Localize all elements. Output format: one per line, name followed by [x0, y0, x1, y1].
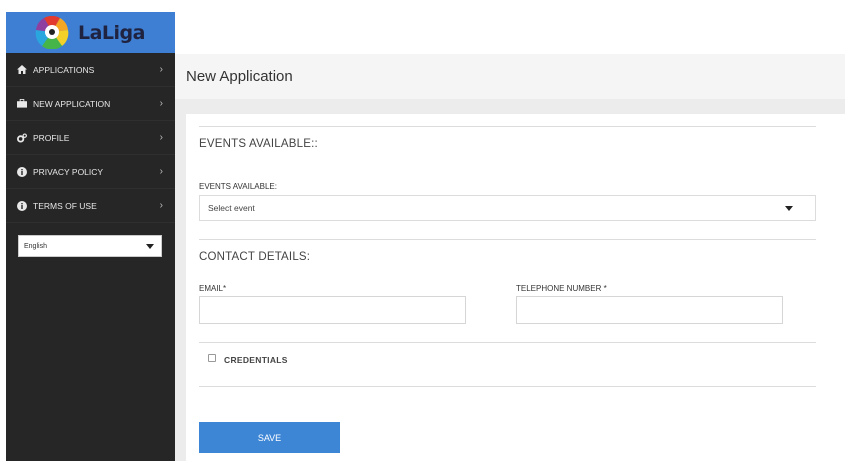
- caret-down-icon: [785, 205, 793, 211]
- events-select-value: Select event: [208, 203, 255, 213]
- application-form: EVENTS AVAILABLE:: EVENTS AVAILABLE: Sel…: [186, 114, 845, 461]
- gears-icon: [17, 133, 27, 143]
- laliga-logo-icon: [32, 15, 72, 50]
- chevron-right-icon: ›: [159, 132, 163, 143]
- telephone-label: TELEPHONE NUMBER *: [516, 284, 607, 293]
- logo[interactable]: LaLiga: [6, 12, 175, 53]
- brand-name: LaLiga: [78, 21, 145, 44]
- contact-section-title: CONTACT DETAILS:: [199, 251, 311, 263]
- content-left-band: [175, 100, 186, 461]
- sidebar-item-label: PROFILE: [33, 132, 70, 143]
- email-label: EMAIL*: [199, 284, 227, 293]
- sidebar-item-profile[interactable]: PROFILE ›: [6, 121, 175, 155]
- sidebar-item-label: APPLICATIONS: [33, 64, 95, 75]
- divider: [199, 239, 816, 240]
- email-field[interactable]: [199, 296, 466, 324]
- sidebar-item-applications[interactable]: APPLICATIONS ›: [6, 53, 175, 87]
- briefcase-icon: [17, 99, 27, 109]
- save-button[interactable]: SAVE: [199, 422, 340, 453]
- info-circle-icon: [17, 200, 27, 211]
- sidebar-item-label: TERMS OF USE: [33, 200, 97, 211]
- sidebar-item-label: PRIVACY POLICY: [33, 166, 104, 177]
- sidebar-item-privacy-policy[interactable]: PRIVACY POLICY ›: [6, 155, 175, 189]
- credentials-checkbox[interactable]: [208, 354, 216, 362]
- language-wrapper: English: [6, 223, 175, 257]
- caret-down-icon: [146, 243, 154, 249]
- home-icon: [17, 65, 27, 75]
- sidebar-item-new-application[interactable]: NEW APPLICATION ›: [6, 87, 175, 121]
- language-select[interactable]: English: [18, 235, 162, 257]
- page-title: New Application: [186, 68, 293, 85]
- chevron-right-icon: ›: [159, 200, 163, 211]
- events-select[interactable]: Select event: [199, 195, 816, 221]
- sidebar: LaLiga APPLICATIONS › NEW APPLICATION › …: [6, 12, 175, 461]
- divider: [199, 342, 816, 343]
- sidebar-item-terms-of-use[interactable]: TERMS OF USE ›: [6, 189, 175, 223]
- language-value: English: [24, 242, 47, 250]
- chevron-right-icon: ›: [159, 166, 163, 177]
- divider: [199, 126, 816, 127]
- events-section-title: EVENTS AVAILABLE::: [199, 138, 318, 150]
- events-label: EVENTS AVAILABLE:: [199, 182, 277, 191]
- credentials-label[interactable]: CREDENTIALS: [224, 355, 288, 365]
- info-circle-icon: [17, 166, 27, 177]
- divider: [199, 386, 816, 387]
- chevron-right-icon: ›: [159, 98, 163, 109]
- content-top-band: [175, 100, 845, 114]
- page-header: New Application: [175, 54, 845, 100]
- chevron-right-icon: ›: [159, 64, 163, 75]
- sidebar-item-label: NEW APPLICATION: [33, 98, 111, 109]
- telephone-field[interactable]: [516, 296, 783, 324]
